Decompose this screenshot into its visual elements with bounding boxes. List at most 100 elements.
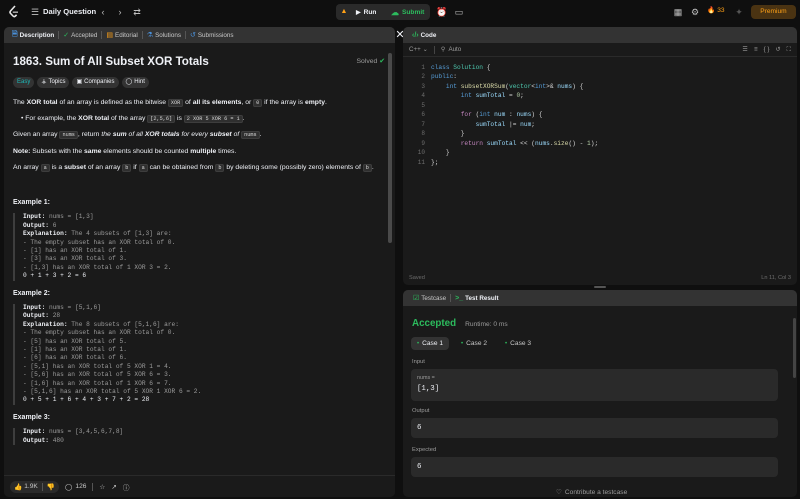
settings-icon[interactable]: ⚙ <box>690 6 700 18</box>
auto-label: Auto <box>448 46 462 53</box>
text-bold: same <box>84 147 102 155</box>
text: if the array is <box>262 99 305 106</box>
explanation-label: Explanation: <box>23 230 68 238</box>
text-bold: XOR total <box>78 115 110 123</box>
solved-status: Solved ✔ <box>357 57 386 66</box>
like-count: 1.9K <box>24 483 38 490</box>
format-icon[interactable]: ≡ <box>754 46 758 53</box>
tab-accepted[interactable]: ✓ Accepted <box>59 27 101 43</box>
text-bold-italic: XOR totals <box>144 131 180 139</box>
solved-label: Solved <box>356 58 378 66</box>
companies-chip[interactable]: ▣ Companies <box>72 77 119 88</box>
explanation-text: The 4 subsets of [1,3] are: <box>67 230 172 238</box>
tab-test-result[interactable]: >_ Test Result <box>451 290 502 306</box>
hint-chip[interactable]: ◯ Hint <box>121 77 149 88</box>
divider <box>41 482 43 491</box>
problem-title[interactable]: 1863. Sum of All Subset XOR Totals <box>13 54 209 70</box>
input-value: nums = [1,3] <box>45 213 94 221</box>
input-label: Input: <box>23 213 46 221</box>
output-label: Output: <box>23 436 49 444</box>
share-icon[interactable]: ↗ <box>111 483 117 491</box>
text: . <box>371 163 374 171</box>
daily-question-link[interactable]: Daily Question <box>43 7 96 16</box>
text: of <box>183 99 193 106</box>
auto-mode[interactable]: ⚲ Auto <box>441 46 461 53</box>
comments-button[interactable]: ◯ 126 <box>65 483 86 491</box>
code-line: class Solution { <box>431 64 491 71</box>
tab-testcase-label: Testcase <box>421 294 447 302</box>
output-label: Output: <box>23 221 49 229</box>
input-label: Input <box>412 359 425 365</box>
timer-icon[interactable]: ⏰ <box>436 6 448 18</box>
layout-icon[interactable]: ▦ <box>673 6 683 18</box>
leetcode-logo[interactable] <box>8 5 20 19</box>
text: , or <box>241 99 254 106</box>
language-select[interactable]: C++ ⌄ <box>409 46 428 53</box>
difficulty-badge: Easy <box>13 77 35 88</box>
case-tab-3[interactable]: • Case 3 <box>499 337 537 350</box>
result-scrollbar[interactable] <box>793 318 796 378</box>
text-bold: Note: <box>13 147 31 155</box>
notes-icon[interactable]: ▭ <box>453 6 465 18</box>
explanation-line: - [6] has an XOR total of 6. <box>23 354 127 362</box>
tab-description[interactable]: 🗎 Description <box>8 27 58 43</box>
topics-chip[interactable]: ⚶ Topics <box>37 77 70 88</box>
check-icon: ✓ <box>63 32 70 39</box>
problem-list-icon[interactable]: ☰ <box>30 6 40 18</box>
shuffle-icon[interactable]: ⇄ <box>132 6 142 18</box>
fire-settings-icon[interactable]: ✦ <box>734 6 744 18</box>
tab-solutions[interactable]: ⚗ Solutions <box>143 27 185 43</box>
description-scrollbar[interactable] <box>388 53 392 243</box>
line-number: 5 <box>421 102 425 109</box>
explanation-text: The 8 subsets of [5,1,6] are: <box>67 320 179 328</box>
text: . <box>242 115 245 123</box>
braces-icon[interactable]: { } <box>764 46 770 53</box>
expand-icon[interactable]: ⛶ <box>787 46 791 54</box>
resize-handle[interactable] <box>594 286 606 288</box>
description-footer: 👍 1.9K 👎 ◯ 126 ☆ ↗ ⓘ <box>4 475 395 497</box>
line-number: 2 <box>421 73 425 80</box>
problem-description: 1863. Sum of All Subset XOR Totals Solve… <box>13 53 386 446</box>
code-line: public: <box>431 73 457 80</box>
prev-problem-icon[interactable]: ‹ <box>98 6 108 18</box>
explanation-line: 0 + 5 + 1 + 6 + 4 + 3 + 7 + 2 = 28 <box>23 396 150 404</box>
top-bar: ☰ Daily Question ‹ › ⇄ ▲ ▶ Run ☁ Submit ⏰ … <box>0 0 800 24</box>
streak-counter[interactable]: 🔥 33 <box>707 6 725 15</box>
code-line: sumTotal |= num; <box>475 121 535 128</box>
thumbs-down-icon: 👎 <box>46 483 56 491</box>
reset-icon[interactable]: ↺ <box>775 46 780 53</box>
tab-testcase[interactable]: ☑ Testcase <box>409 290 450 306</box>
explanation-line: - [1,6] has an XOR total of 1 XOR 6 = 7. <box>23 379 172 387</box>
case-tab-2[interactable]: • Case 2 <box>455 337 493 350</box>
submit-button[interactable]: ☁ Submit <box>388 4 430 20</box>
case-label: Case 1 <box>422 340 444 347</box>
document-icon: 🗎 <box>12 30 18 38</box>
output-label: Output <box>412 408 430 414</box>
thumbs-up-icon: 👍 <box>14 483 23 491</box>
inline-code: XOR <box>167 99 184 107</box>
input-label: Input: <box>23 428 46 436</box>
tab-editorial[interactable]: ▤ Editorial <box>102 27 141 43</box>
help-icon[interactable]: ⓘ <box>123 482 130 492</box>
hint-label: Hint <box>134 79 145 86</box>
text: Given an array <box>13 131 60 139</box>
example-2: Example 2: Input: nums = [5,1,6] Output:… <box>13 289 385 405</box>
debug-button[interactable]: ▲ <box>337 4 351 20</box>
case-tab-1[interactable]: • Case 1 <box>411 337 450 350</box>
tab-submissions[interactable]: ↺ Submissions <box>186 27 238 43</box>
code-editor[interactable]: class Solution { public: int subsetXORSu… <box>431 62 791 272</box>
flask-icon: ⚗ <box>146 32 154 39</box>
bookmark-icon[interactable]: ☰ <box>742 46 748 53</box>
star-icon[interactable]: ☆ <box>99 483 105 491</box>
run-button[interactable]: ▶ Run <box>352 4 386 20</box>
checkbox-icon: ☑ <box>413 295 420 302</box>
topics-label: Topics <box>48 79 66 86</box>
next-problem-icon[interactable]: › <box>115 6 125 18</box>
like-button[interactable]: 👍 1.9K 👎 <box>10 480 60 493</box>
example-title: Example 3: <box>13 413 50 421</box>
premium-button[interactable]: Premium <box>751 5 796 19</box>
output-label: Output: <box>23 312 49 320</box>
contribute-testcase-link[interactable]: ♡ Contribute a testcase <box>556 488 627 497</box>
tab-code[interactable]: ‹/› Code <box>409 27 440 43</box>
lock-icon: ⚲ <box>440 46 446 53</box>
